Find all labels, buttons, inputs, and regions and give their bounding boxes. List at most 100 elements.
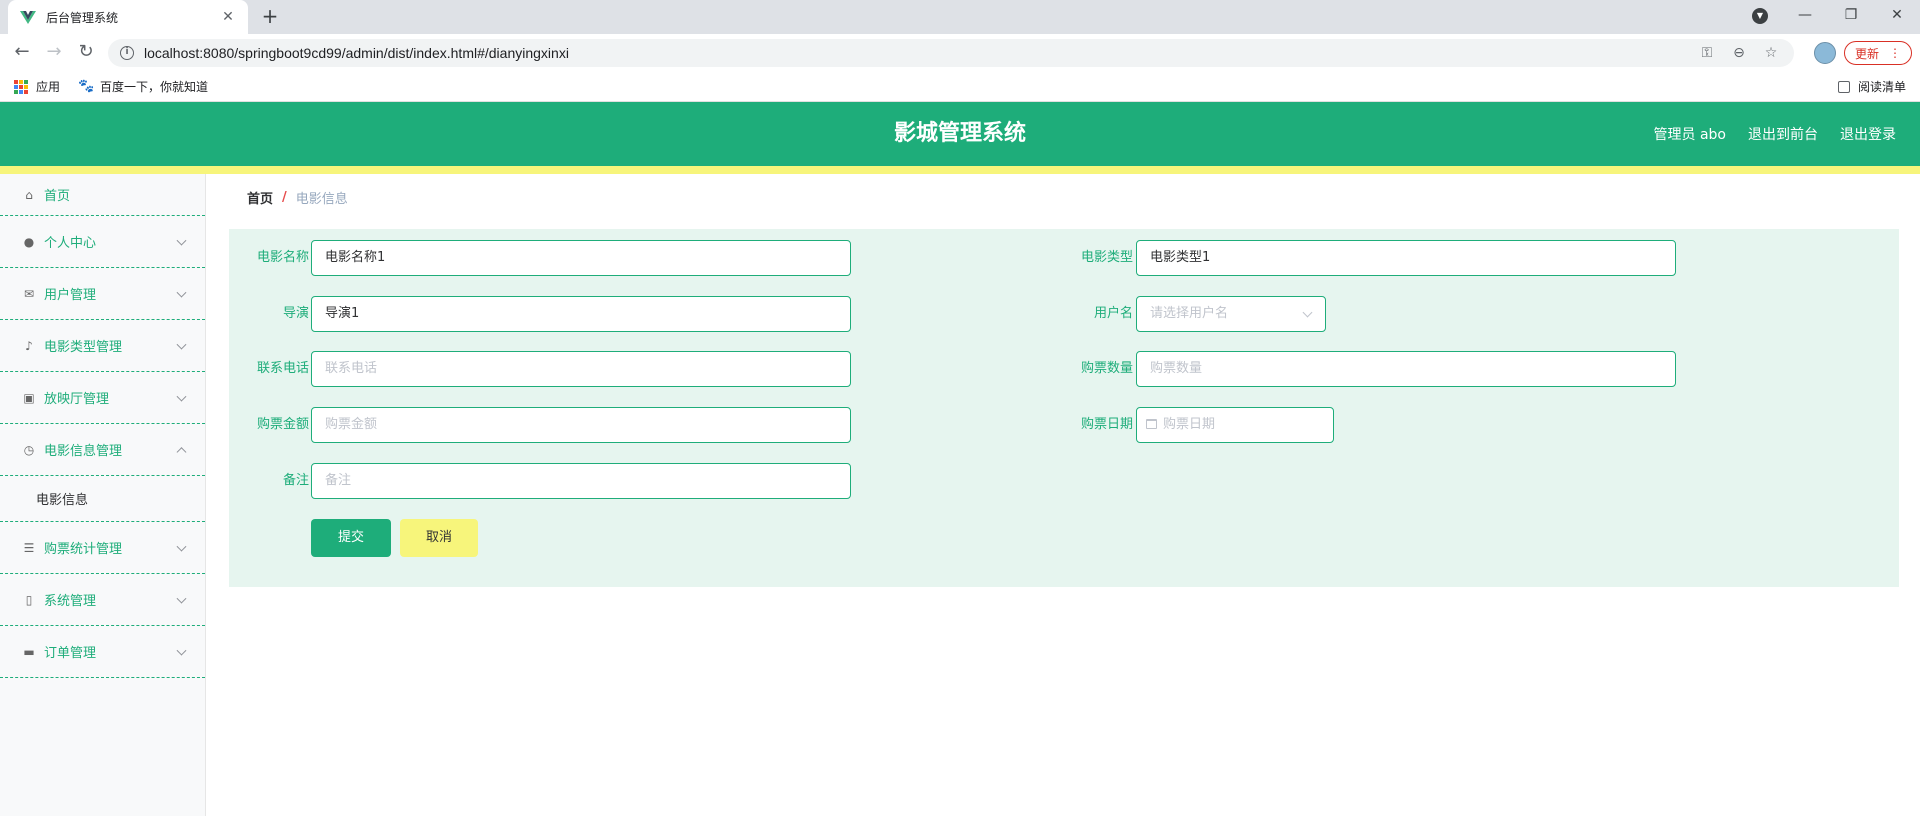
chevron-down-icon bbox=[176, 593, 187, 604]
update-button[interactable]: 更新 ⋮ bbox=[1844, 41, 1912, 65]
director-label: 导演 bbox=[282, 306, 309, 321]
bookmark-star-icon[interactable]: ☆ bbox=[1760, 45, 1782, 61]
ticket-date-placeholder: 购票日期 bbox=[1163, 417, 1216, 432]
remark-input[interactable]: 备注 bbox=[311, 463, 851, 499]
sidebar-item-label: 购票统计管理 bbox=[44, 542, 123, 557]
movie-type-input[interactable]: 电影类型1 bbox=[1136, 240, 1676, 276]
breadcrumb: 首页 / 电影信息 bbox=[229, 176, 1899, 218]
close-window-icon[interactable]: ✕ bbox=[1874, 0, 1920, 30]
app-header: 影城管理系统 管理员 abo 退出到前台 退出登录 bbox=[0, 102, 1920, 166]
sidebar-item-label: 放映厅管理 bbox=[44, 392, 110, 407]
movie-name-label: 电影名称 bbox=[256, 250, 309, 265]
bookmarks-bar: 应用 🐾 百度一下，你就知道 阅读清单 bbox=[0, 70, 1920, 102]
header-links: 管理员 abo 退出到前台 退出登录 bbox=[1654, 102, 1896, 166]
baidu-paw-icon: 🐾 bbox=[78, 78, 95, 94]
profile-avatar[interactable] bbox=[1814, 42, 1836, 64]
sidebar-item-order-management[interactable]: ▬ 订单管理 bbox=[0, 626, 205, 678]
new-tab-button[interactable]: + bbox=[258, 5, 282, 29]
site-info-icon[interactable]: i bbox=[120, 46, 134, 60]
address-bar[interactable]: i localhost:8080/springboot9cd99/admin/d… bbox=[108, 39, 1794, 67]
sidebar-item-system-management[interactable]: ▯ 系统管理 bbox=[0, 574, 205, 626]
sliders-icon: ☰ bbox=[23, 540, 35, 555]
cancel-button[interactable]: 取消 bbox=[400, 519, 478, 557]
reload-icon[interactable]: ↻ bbox=[74, 40, 98, 64]
close-tab-icon[interactable]: ✕ bbox=[220, 9, 236, 25]
update-label: 更新 bbox=[1854, 46, 1879, 61]
sidebar-item-home[interactable]: ⌂ 首页 bbox=[0, 174, 205, 216]
sidebar-item-user-management[interactable]: ✉ 用户管理 bbox=[0, 268, 205, 320]
forward-icon[interactable]: → bbox=[42, 40, 66, 64]
sidebar-item-label: 电影类型管理 bbox=[44, 340, 123, 355]
browser-toolbar: ← → ↻ i localhost:8080/springboot9cd99/a… bbox=[0, 34, 1920, 70]
browser-tab[interactable]: 后台管理系统 ✕ bbox=[8, 0, 248, 34]
ticket-amount-input[interactable]: 购票金额 bbox=[311, 407, 851, 443]
apps-grid-icon bbox=[14, 79, 28, 94]
sidebar-item-hall-management[interactable]: ▣ 放映厅管理 bbox=[0, 372, 205, 424]
tab-title: 后台管理系统 bbox=[46, 10, 119, 25]
logout-link[interactable]: 退出登录 bbox=[1840, 124, 1896, 144]
reading-list-icon bbox=[1837, 80, 1850, 93]
chevron-up-icon bbox=[176, 446, 187, 457]
app-title: 影城管理系统 bbox=[893, 121, 1026, 146]
chevron-down-icon bbox=[176, 339, 187, 350]
breadcrumb-home[interactable]: 首页 bbox=[247, 188, 273, 207]
sidebar-subitem-movie-info[interactable]: 电影信息 bbox=[0, 476, 205, 522]
movie-name-input[interactable]: 电影名称1 bbox=[311, 240, 851, 276]
phone-input[interactable]: 联系电话 bbox=[311, 351, 851, 387]
browser-tabstrip: 后台管理系统 ✕ + ▼ — ❐ ✕ bbox=[0, 0, 1920, 34]
vue-logo-icon bbox=[20, 11, 36, 24]
camera-icon: ▬ bbox=[23, 644, 35, 659]
sidebar-item-movie-type-management[interactable]: ♪ 电影类型管理 bbox=[0, 320, 205, 372]
ticket-count-input[interactable]: 购票数量 bbox=[1136, 351, 1676, 387]
sidebar: ⌂ 首页 ● 个人中心 ✉ 用户管理 ♪ 电影类型管理 ▣ 放映厅管理 ◷ 电影… bbox=[0, 174, 206, 816]
movie-info-form: 电影名称 电影名称1 电影类型 电影类型1 导演 导演1 用户名 请选择用户名 … bbox=[229, 229, 1899, 587]
sidebar-item-personal-center[interactable]: ● 个人中心 bbox=[0, 216, 205, 268]
exit-to-front-link[interactable]: 退出到前台 bbox=[1748, 124, 1818, 144]
bookmark-baidu[interactable]: 🐾 百度一下，你就知道 bbox=[78, 78, 208, 95]
sidebar-subitem-label: 电影信息 bbox=[36, 493, 89, 508]
submit-button[interactable]: 提交 bbox=[311, 519, 391, 557]
chevron-down-icon bbox=[176, 645, 187, 656]
username-select[interactable]: 请选择用户名 bbox=[1136, 296, 1326, 332]
ticket-amount-label: 购票金额 bbox=[256, 417, 309, 432]
ticket-count-label: 购票数量 bbox=[1080, 361, 1133, 376]
compass-icon: ◷ bbox=[23, 442, 35, 457]
calendar-icon bbox=[1146, 419, 1157, 429]
phone-label: 联系电话 bbox=[256, 361, 309, 376]
more-menu-icon: ⋮ bbox=[1889, 46, 1901, 60]
sidebar-item-label: 首页 bbox=[44, 189, 71, 204]
zoom-icon[interactable]: ⊖ bbox=[1728, 45, 1750, 61]
current-user: 管理员 abo bbox=[1653, 127, 1726, 143]
breadcrumb-separator: / bbox=[282, 189, 287, 205]
back-icon[interactable]: ← bbox=[10, 40, 34, 64]
chevron-down-icon bbox=[176, 235, 187, 246]
sidebar-item-label: 订单管理 bbox=[44, 646, 97, 661]
bookmark-label: 百度一下，你就知道 bbox=[100, 80, 209, 94]
chevron-down-icon bbox=[176, 541, 187, 552]
bookmark-label: 应用 bbox=[36, 80, 61, 94]
restore-icon[interactable]: ❐ bbox=[1828, 0, 1874, 30]
url-text[interactable]: localhost:8080/springboot9cd99/admin/dis… bbox=[144, 45, 1686, 61]
sidebar-item-movie-info-management[interactable]: ◷ 电影信息管理 bbox=[0, 424, 205, 476]
sidebar-item-label: 个人中心 bbox=[44, 236, 97, 251]
home-icon: ⌂ bbox=[25, 187, 33, 202]
mail-icon: ✉ bbox=[23, 286, 35, 301]
sidebar-item-label: 系统管理 bbox=[44, 594, 97, 609]
chevron-down-icon bbox=[176, 287, 187, 298]
reading-list-button[interactable]: 阅读清单 bbox=[1837, 78, 1906, 95]
clipboard-icon: ▣ bbox=[23, 390, 35, 405]
username-label: 用户名 bbox=[1093, 306, 1133, 321]
user-icon: ● bbox=[23, 234, 35, 249]
bookmark-apps[interactable]: 应用 bbox=[14, 78, 60, 95]
sidebar-item-label: 电影信息管理 bbox=[44, 444, 123, 459]
ticket-date-label: 购票日期 bbox=[1080, 417, 1133, 432]
reading-list-label: 阅读清单 bbox=[1857, 80, 1906, 94]
minimize-icon[interactable]: — bbox=[1782, 0, 1828, 30]
sidebar-item-ticket-stats-management[interactable]: ☰ 购票统计管理 bbox=[0, 522, 205, 574]
remark-label: 备注 bbox=[282, 473, 309, 488]
key-icon[interactable]: ⚿ bbox=[1696, 45, 1718, 61]
director-input[interactable]: 导演1 bbox=[311, 296, 851, 332]
ticket-date-picker[interactable]: 购票日期 bbox=[1136, 407, 1334, 443]
tab-search-icon[interactable]: ▼ bbox=[1752, 8, 1768, 24]
sidebar-item-label: 用户管理 bbox=[44, 288, 97, 303]
